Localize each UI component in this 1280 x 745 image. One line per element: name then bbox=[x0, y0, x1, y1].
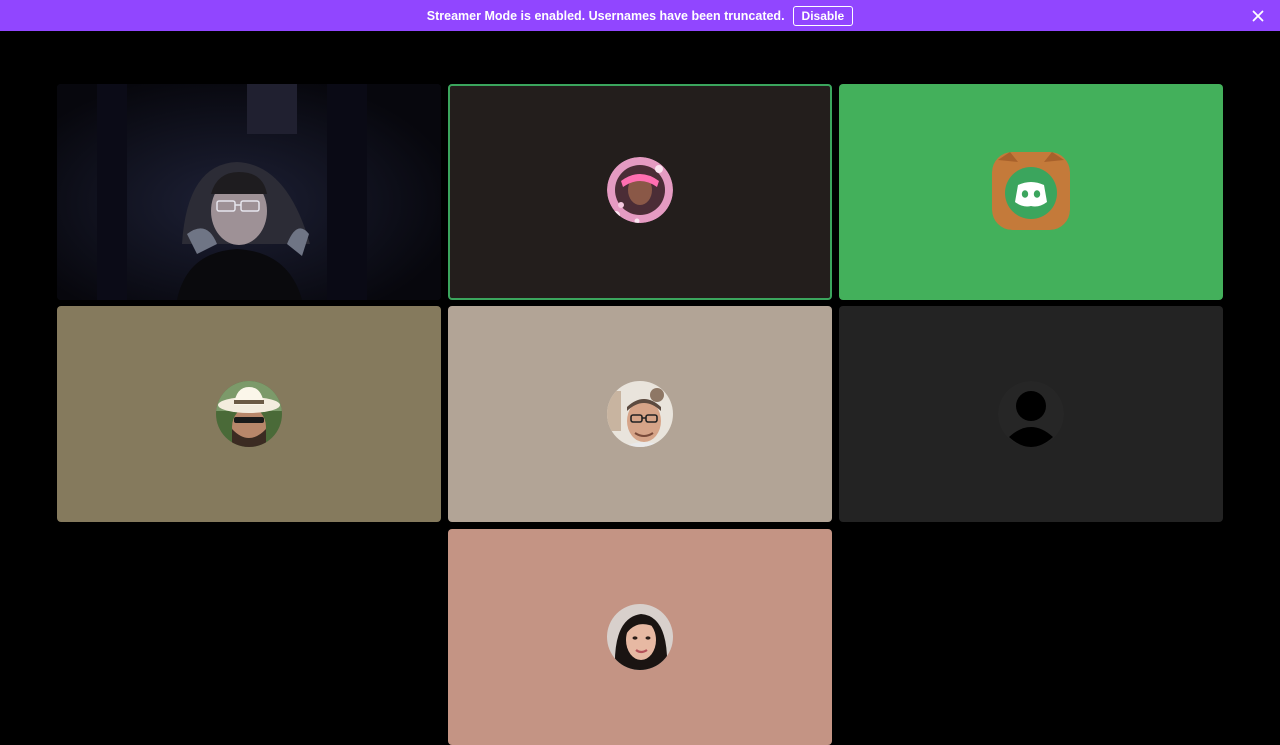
video-tile-woman[interactable] bbox=[448, 529, 832, 745]
cowboy-hat-avatar bbox=[216, 381, 282, 447]
video-tile-glasses-man[interactable] bbox=[448, 306, 832, 522]
pink-flower-frame-avatar bbox=[607, 157, 673, 223]
default-user-avatar bbox=[998, 381, 1064, 447]
close-icon[interactable] bbox=[1250, 8, 1266, 24]
webcam-video bbox=[57, 84, 441, 300]
video-tile-speaking[interactable] bbox=[448, 84, 832, 300]
glasses-man-avatar bbox=[607, 381, 673, 447]
video-tile-discord-cat[interactable] bbox=[839, 84, 1223, 300]
discord-cat-avatar bbox=[992, 152, 1070, 230]
call-grid bbox=[0, 31, 1280, 745]
video-tile-cowboy[interactable] bbox=[57, 306, 441, 522]
woman-avatar bbox=[607, 604, 673, 670]
disable-streamer-mode-button[interactable]: Disable bbox=[792, 5, 854, 26]
video-tile-default-user[interactable] bbox=[839, 306, 1223, 522]
video-tile-camera[interactable] bbox=[57, 84, 441, 300]
streamer-mode-banner: Streamer Mode is enabled. Usernames have… bbox=[0, 0, 1280, 31]
streamer-mode-message: Streamer Mode is enabled. Usernames have… bbox=[426, 8, 785, 23]
